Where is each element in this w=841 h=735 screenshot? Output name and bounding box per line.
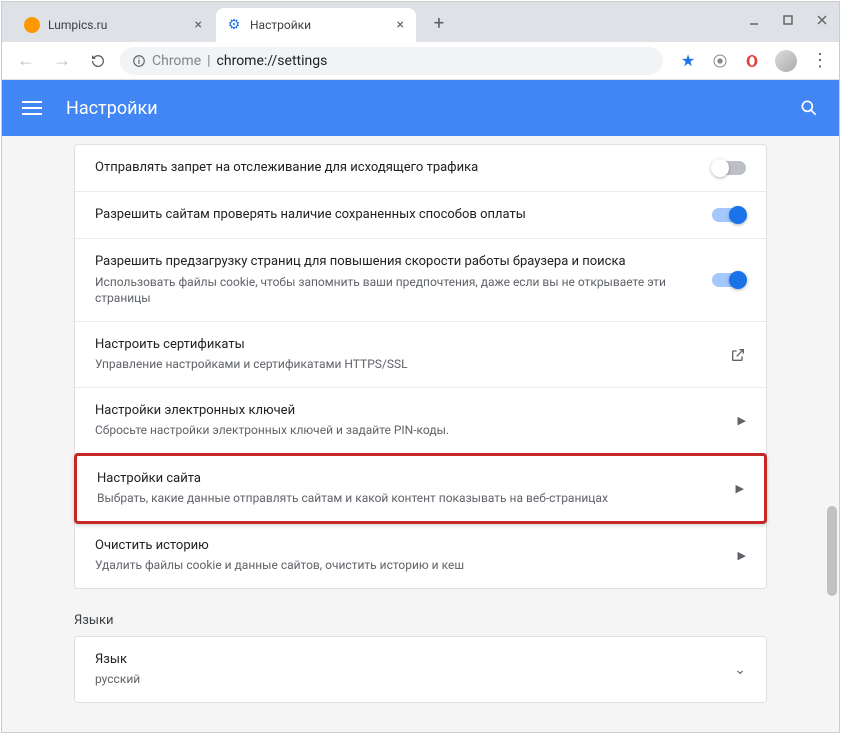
tab-lumpics[interactable]: Lumpics.ru × [14, 8, 214, 42]
forward-button[interactable]: → [48, 47, 76, 75]
bookmark-star-icon[interactable]: ★ [679, 52, 697, 70]
tab-settings[interactable]: ⚙ Настройки × [216, 8, 416, 42]
address-bar: ← → Chrome | chrome://settings ★ ⋮ [2, 42, 839, 80]
setting-title: Разрешить сайтам проверять наличие сохра… [95, 206, 696, 224]
toggle-do-not-track[interactable] [712, 161, 746, 175]
setting-payment-check[interactable]: Разрешить сайтам проверять наличие сохра… [75, 192, 766, 239]
setting-certificates[interactable]: Настроить сертификаты Управление настрой… [75, 322, 766, 388]
favicon-lumpics-icon [24, 17, 40, 33]
privacy-card: Отправлять запрет на отслеживание для ис… [74, 144, 767, 589]
url-prefix: Chrome [152, 53, 201, 69]
tab-close-button[interactable]: × [193, 15, 204, 35]
new-tab-button[interactable]: + [424, 8, 454, 38]
scrollbar-thumb[interactable] [827, 506, 837, 596]
url-path: chrome://settings [217, 53, 328, 69]
setting-site-settings[interactable]: Настройки сайта Выбрать, какие данные от… [74, 453, 767, 524]
extension-yandex-icon[interactable] [711, 52, 729, 70]
tab-bar: Lumpics.ru × ⚙ Настройки × + [2, 2, 839, 42]
reload-button[interactable] [84, 47, 112, 75]
content-area: Отправлять запрет на отслеживание для ис… [2, 136, 839, 732]
maximize-button[interactable] [781, 13, 795, 27]
menu-button[interactable]: ⋮ [811, 52, 829, 70]
tab-close-button[interactable]: × [395, 15, 406, 35]
info-icon [132, 54, 146, 68]
setting-title: Настройки электронных ключей [95, 402, 722, 420]
tab-title: Настройки [250, 18, 311, 32]
chevron-right-icon: ▶ [738, 549, 746, 562]
back-button[interactable]: ← [12, 47, 40, 75]
extension-opera-icon[interactable] [743, 52, 761, 70]
settings-header: Настройки [2, 80, 839, 136]
page-title: Настройки [66, 98, 799, 119]
setting-security-keys[interactable]: Настройки электронных ключей Сбросьте на… [75, 388, 766, 454]
setting-title: Очистить историю [95, 537, 722, 555]
search-button[interactable] [799, 98, 819, 118]
external-link-icon [730, 347, 746, 363]
tab-title: Lumpics.ru [48, 18, 107, 32]
setting-subtitle: Удалить файлы cookie и данные сайтов, оч… [95, 557, 722, 574]
setting-title: Настройки сайта [97, 470, 720, 488]
favicon-settings-icon: ⚙ [226, 17, 242, 33]
setting-subtitle: Сбросьте настройки электронных ключей и … [95, 422, 722, 439]
close-button[interactable] [815, 13, 829, 27]
setting-title: Настроить сертификаты [95, 336, 714, 354]
section-languages-title: Языки [74, 613, 767, 628]
setting-subtitle: Управление настройками и сертификатами H… [95, 356, 714, 373]
setting-title: Отправлять запрет на отслеживание для ис… [95, 159, 696, 177]
setting-do-not-track[interactable]: Отправлять запрет на отслеживание для ис… [75, 145, 766, 192]
profile-avatar[interactable] [775, 50, 797, 72]
setting-subtitle: Использовать файлы cookie, чтобы запомни… [95, 274, 696, 308]
chevron-right-icon: ▶ [736, 482, 744, 495]
language-value: русский [95, 671, 734, 688]
chevron-down-icon: ⌄ [734, 662, 746, 678]
toggle-preload[interactable] [712, 273, 746, 287]
menu-hamburger-button[interactable] [22, 101, 42, 115]
setting-clear-history[interactable]: Очистить историю Удалить файлы cookie и … [75, 523, 766, 588]
minimize-button[interactable] [747, 13, 761, 27]
setting-subtitle: Выбрать, какие данные отправлять сайтам … [97, 490, 720, 507]
setting-preload[interactable]: Разрешить предзагрузку страниц для повыш… [75, 239, 766, 322]
toggle-payment-check[interactable] [712, 208, 746, 222]
setting-title: Разрешить предзагрузку страниц для повыш… [95, 253, 696, 271]
chevron-right-icon: ▶ [738, 414, 746, 427]
url-input[interactable]: Chrome | chrome://settings [120, 47, 663, 75]
language-label: Язык [95, 651, 734, 669]
language-row[interactable]: Язык русский ⌄ [74, 636, 767, 703]
